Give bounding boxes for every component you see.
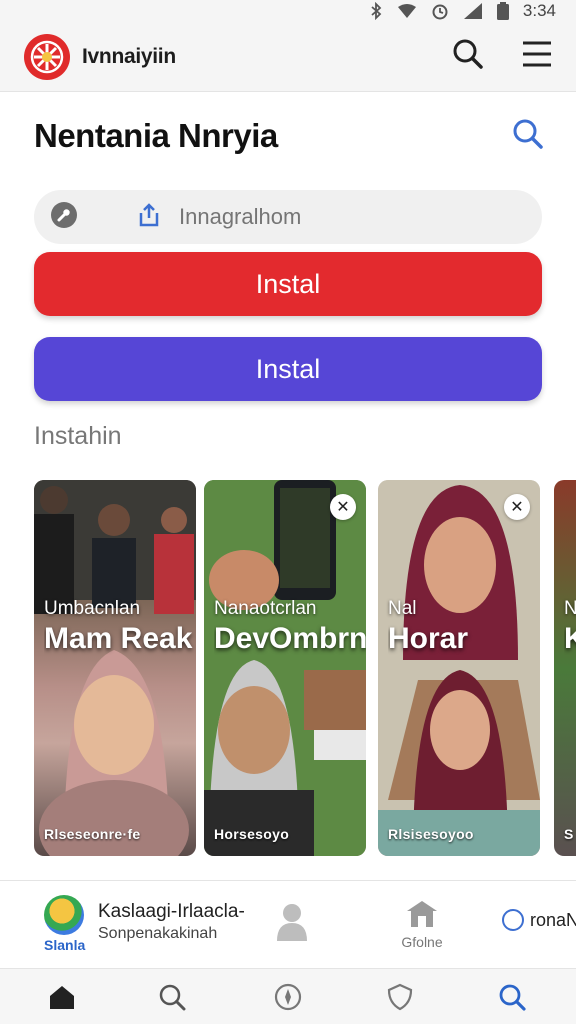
battery-icon bbox=[496, 2, 509, 20]
card-image bbox=[204, 480, 366, 856]
store-item[interactable]: Gfolne bbox=[392, 899, 452, 950]
story-card[interactable]: ✕ Nanaotcrlan DevOmbrn Horsesoyo bbox=[204, 480, 366, 856]
card-subtitle: DevOmbrn bbox=[214, 622, 366, 655]
story-card[interactable]: Umbacnlan Mam Reak Rlseseonre·fe bbox=[34, 480, 196, 856]
install-button-primary[interactable]: Instal bbox=[34, 252, 542, 316]
search-input[interactable] bbox=[179, 204, 467, 230]
nav-discover[interactable] bbox=[482, 983, 542, 1016]
app-name: Ivnnaiyiin bbox=[82, 44, 176, 68]
radio-label: ronaN bbox=[530, 909, 576, 930]
card-title: Nal bbox=[388, 598, 417, 619]
page-title: Nentania Nnryia bbox=[34, 117, 278, 154]
contact-item[interactable]: Slanla bbox=[44, 895, 85, 953]
wrench-icon bbox=[50, 201, 78, 234]
bottom-nav bbox=[0, 968, 576, 1024]
card-footer: Rlsisesoyoo bbox=[388, 826, 474, 842]
search-icon[interactable] bbox=[512, 118, 544, 155]
heading-row: Nentania Nnryia bbox=[34, 110, 544, 162]
contact-detail: Sonpenakakinah bbox=[98, 925, 218, 942]
nav-explore[interactable] bbox=[258, 983, 318, 1016]
card-image bbox=[34, 480, 196, 856]
menu-icon[interactable] bbox=[522, 41, 552, 72]
shield-icon bbox=[386, 983, 414, 1016]
person-icon[interactable] bbox=[276, 903, 308, 946]
card-footer: Horsesoyo bbox=[214, 826, 290, 842]
suggestion-strip: Slanla Kaslaagi-Irlaacla- Sonpenakakinah… bbox=[0, 880, 576, 968]
card-carousel[interactable]: Umbacnlan Mam Reak Rlseseonre·fe ✕ Nanao… bbox=[34, 480, 576, 858]
app-bar: Ivnnaiyiin bbox=[0, 22, 576, 92]
section-label: Instahin bbox=[34, 422, 122, 450]
contact-label: Slanla bbox=[44, 937, 86, 953]
search-bar[interactable] bbox=[34, 190, 542, 244]
contact-text[interactable]: Kaslaagi-Irlaacla- Sonpenakakinah bbox=[98, 901, 245, 943]
bluetooth-icon bbox=[369, 2, 383, 20]
card-title: Umbacnlan bbox=[44, 598, 141, 619]
card-footer: S bbox=[564, 826, 574, 842]
card-image bbox=[378, 480, 540, 856]
card-title: N bbox=[564, 598, 576, 619]
card-title: Nanaotcrlan bbox=[214, 598, 317, 619]
store-icon bbox=[405, 901, 439, 933]
card-footer: Rlseseonre·fe bbox=[44, 826, 141, 842]
radio-option[interactable]: ronaN bbox=[502, 909, 576, 931]
store-label: Gfolne bbox=[401, 934, 443, 950]
card-subtitle: Horar bbox=[388, 622, 469, 655]
share-icon bbox=[137, 202, 161, 233]
home-icon bbox=[48, 983, 76, 1016]
nav-home[interactable] bbox=[32, 983, 92, 1016]
close-icon[interactable]: ✕ bbox=[504, 494, 530, 520]
nav-saved[interactable] bbox=[370, 983, 430, 1016]
story-card[interactable]: ✕ Nal Horar Rlsisesoyoo bbox=[378, 480, 540, 856]
card-subtitle: K bbox=[564, 622, 576, 655]
compass-icon bbox=[274, 983, 302, 1016]
alarm-icon bbox=[431, 2, 449, 20]
card-subtitle: Mam Reak bbox=[44, 622, 193, 655]
install-button-secondary[interactable]: Instal bbox=[34, 337, 542, 401]
nav-search[interactable] bbox=[142, 983, 202, 1016]
search-icon[interactable] bbox=[452, 38, 484, 75]
search-icon bbox=[498, 983, 526, 1016]
wifi-icon bbox=[397, 3, 417, 19]
logo-icon[interactable] bbox=[24, 33, 70, 80]
close-icon[interactable]: ✕ bbox=[330, 494, 356, 520]
contact-name: Kaslaagi-Irlaacla- bbox=[98, 901, 245, 922]
status-bar: 3:34 bbox=[0, 0, 576, 22]
signal-icon bbox=[463, 2, 483, 20]
radio-icon[interactable] bbox=[502, 909, 524, 931]
story-card[interactable]: N K S bbox=[554, 480, 576, 856]
clock: 3:34 bbox=[522, 1, 556, 20]
avatar bbox=[44, 895, 84, 935]
search-icon bbox=[158, 983, 186, 1016]
